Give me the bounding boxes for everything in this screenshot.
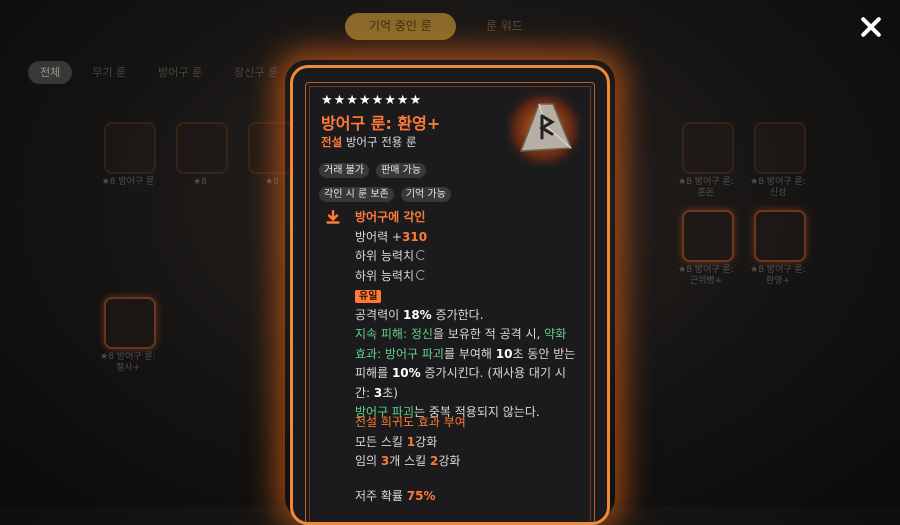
rune-subtitle: 전설 방어구 전용 룬: [321, 134, 417, 150]
random-skill-label: 임의: [355, 454, 381, 468]
effect-part: 초): [382, 385, 398, 400]
unique-badge: 유일: [355, 290, 382, 303]
rune-grid-item[interactable]: ★8 방어구 룬: 철사+: [96, 297, 160, 374]
rune-grade: 전설: [321, 135, 343, 149]
unique-row: 유일: [355, 286, 580, 306]
top-tabs: 기억 중인 룬 룬 워드: [345, 13, 547, 40]
rune-grid-item[interactable]: ★8 방어구 룬: 환영+: [746, 210, 810, 287]
rune-label: ★8 방어구 룬: [101, 177, 155, 187]
filter-weapon-rune[interactable]: 무기 룬: [80, 61, 138, 84]
filter-armor-rune[interactable]: 방어구 룬: [146, 61, 214, 84]
rune-stone-icon: [502, 87, 586, 171]
defense-label: 방어력 +: [355, 229, 402, 244]
tab-rune-words[interactable]: 룬 워드: [462, 13, 547, 40]
random-skill-row: 임의 3개 스킬 2강화: [355, 452, 580, 472]
dot-keyword: 정신: [410, 327, 433, 341]
all-skill-value: 1: [406, 434, 416, 449]
random-skill-count: 3: [380, 454, 390, 468]
all-skill-row: 모든 스킬 1강화: [355, 433, 580, 453]
sub-stat-1: 하위 능력치: [355, 247, 580, 267]
refresh-icon: [416, 269, 427, 280]
all-skill-label: 모든 스킬: [355, 434, 407, 449]
rune-icon: [754, 122, 806, 174]
rune-detail-card: ★★★★★★★★ 방어구 룬: 환영+ 전설 방어구 전용 룬 거래 불가 판매…: [290, 65, 610, 525]
refresh-icon: [416, 250, 427, 260]
curse-section: 저주 확률 75%: [355, 487, 580, 507]
filter-all[interactable]: 전체: [28, 61, 73, 84]
rune-grid-item[interactable]: ★8: [168, 122, 232, 188]
effect-part: 증가한다.: [431, 307, 484, 322]
rune-label: ★8 방어구 룬: 근위병+: [678, 265, 734, 286]
rune-label: ★8 방어구 룬: 신성: [750, 177, 806, 198]
defense-value: 310: [402, 229, 428, 244]
rune-icon: [682, 122, 734, 174]
sub-stat-2: 하위 능력치: [355, 267, 580, 287]
rune-tags: 거래 불가 판매 가능 각인 시 룬 보존 기억 가능: [319, 158, 499, 206]
armor-break-keyword: 방어구 파괴: [384, 346, 444, 361]
duration-value: 10: [495, 346, 513, 361]
rune-icon: [176, 122, 228, 174]
random-skill-mid: 개 스킬: [389, 454, 431, 468]
effect-text: 공격력이 18% 증가한다. 지속 피해: 정신을 보유한 적 공격 시, 약화…: [355, 306, 580, 423]
effect-part: 공격력이: [355, 307, 403, 322]
rune-grid-item[interactable]: ★8 방어구 룬: 혼돈: [674, 122, 738, 199]
rune-label: ★8 방어구 룬: 혼돈: [678, 177, 734, 198]
rune-title: 방어구 룬: 환영+: [321, 114, 441, 133]
effect-part: 을 보유한 적 공격 시,: [432, 327, 545, 341]
tag-preserved: 각인 시 룬 보존: [319, 187, 394, 202]
rune-grid-item[interactable]: ★8 방어구 룬: [96, 122, 160, 188]
filter-tabs: 전체 무기 룬 방어구 룬 장신구 룬: [28, 61, 290, 84]
download-arrow-icon: [326, 210, 340, 224]
rune-icon: [104, 297, 156, 349]
rune-grid-item[interactable]: ★8 방어구 룬: 신성: [746, 122, 810, 199]
rune-label: ★8 방어구 룬: 환영+: [750, 265, 806, 286]
star-rating: ★★★★★★★★: [321, 93, 423, 108]
all-skill-suffix: 강화: [415, 434, 438, 449]
rune-icon: [682, 210, 734, 262]
defense-stat: 방어력 +310: [355, 228, 580, 248]
tab-memorized-runes[interactable]: 기억 중인 룬: [345, 13, 456, 40]
close-icon[interactable]: [856, 12, 886, 42]
engrave-section: 방어구에 각인 방어력 +310 하위 능력치 하위 능력치 유일 공격력이 1…: [355, 208, 580, 423]
effect-value: 18%: [402, 307, 432, 322]
sub-stat-label: 하위 능력치: [355, 249, 415, 263]
rune-icon: [754, 210, 806, 262]
tag-sellable: 판매 가능: [376, 163, 427, 178]
rune-label: ★8 방어구 룬: 철사+: [100, 352, 156, 373]
filter-accessory-rune[interactable]: 장신구 룬: [222, 61, 290, 84]
effect-part: 를 부여해: [443, 346, 496, 361]
rarity-section: 전설 희귀도 효과 부여 모든 스킬 1강화 임의 3개 스킬 2강화: [355, 413, 580, 472]
curse-value: 75%: [406, 489, 436, 503]
curse-label: 저주 확률: [355, 489, 407, 503]
damage-value: 10%: [391, 366, 421, 380]
sub-stat-label: 하위 능력치: [355, 268, 415, 283]
tag-memorable: 기억 가능: [400, 187, 451, 202]
random-skill-suffix: 강화: [438, 454, 461, 468]
engrave-heading: 방어구에 각인: [355, 210, 426, 224]
rarity-heading: 전설 희귀도 효과 부여: [355, 415, 466, 429]
rune-label: ★8: [193, 177, 207, 187]
cooldown-value: 3: [373, 385, 383, 400]
dot-label: 지속 피해:: [355, 327, 411, 341]
rune-type: 방어구 전용 룬: [345, 135, 417, 149]
tag-untradeable: 거래 불가: [319, 163, 369, 178]
rune-grid-item[interactable]: ★8 방어구 룬: 근위병+: [674, 210, 738, 287]
rune-icon: [104, 122, 156, 174]
